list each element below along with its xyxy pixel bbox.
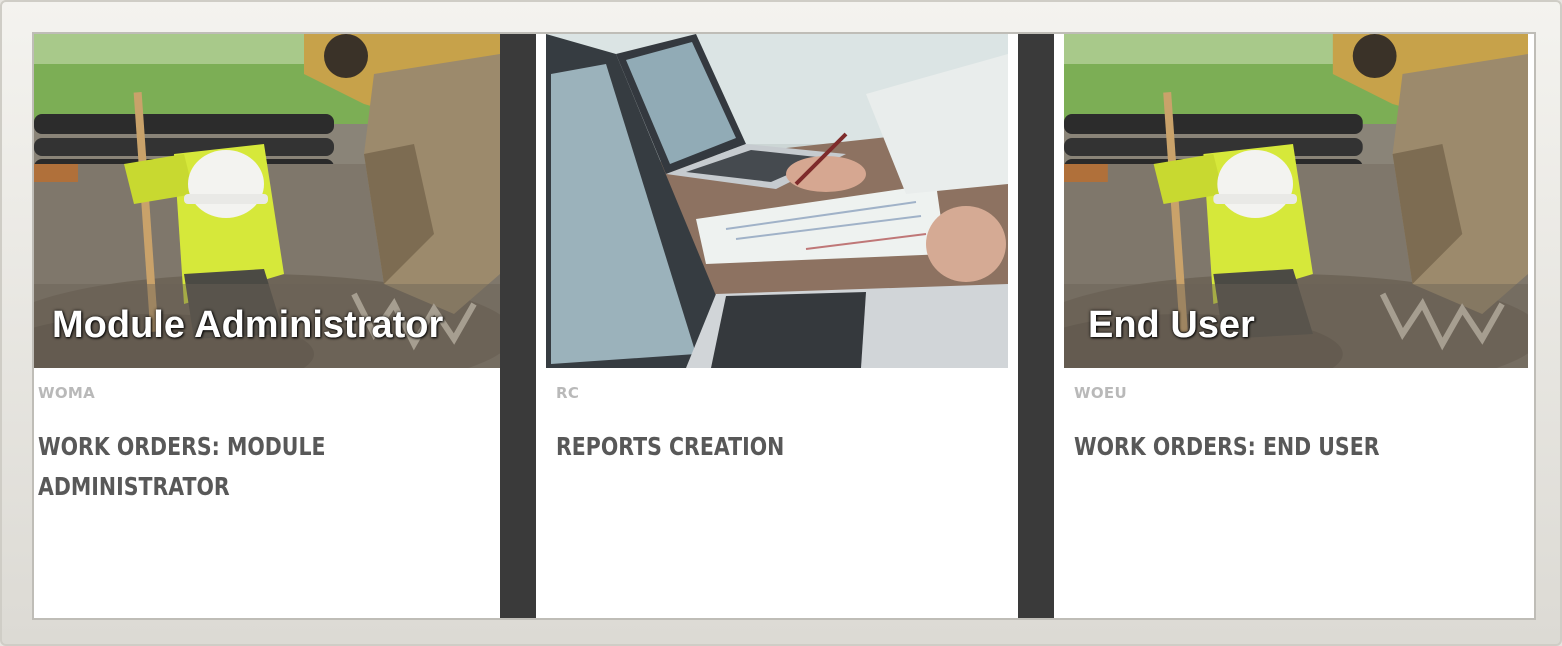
module-title[interactable]: REPORTS CREATION <box>556 427 999 467</box>
module-card-woeu[interactable]: End User WOEU WORK ORDERS: END USER <box>1054 34 1534 618</box>
module-title[interactable]: WORK ORDERS: MODULE ADMINISTRATOR <box>38 427 466 507</box>
module-code: WOMA <box>38 384 96 402</box>
module-card-grid: Module Administrator WOMA WORK ORDERS: M… <box>34 34 1534 618</box>
card-image-caption: End User <box>1088 304 1255 346</box>
construction-worker-image[interactable]: Module Administrator <box>34 34 500 368</box>
laptops-meeting-image-art <box>546 34 1008 368</box>
module-code: RC <box>556 384 580 402</box>
module-card-rc[interactable]: RC REPORTS CREATION <box>536 34 1018 618</box>
module-code: WOEU <box>1074 384 1127 402</box>
module-title[interactable]: WORK ORDERS: END USER <box>1074 427 1515 467</box>
card-image-caption: Module Administrator <box>52 304 444 346</box>
laptops-meeting-image[interactable] <box>546 34 1008 368</box>
module-card-woma[interactable]: Module Administrator WOMA WORK ORDERS: M… <box>34 34 500 618</box>
frame: Module Administrator WOMA WORK ORDERS: M… <box>0 0 1562 646</box>
construction-worker-image[interactable]: End User <box>1064 34 1528 368</box>
